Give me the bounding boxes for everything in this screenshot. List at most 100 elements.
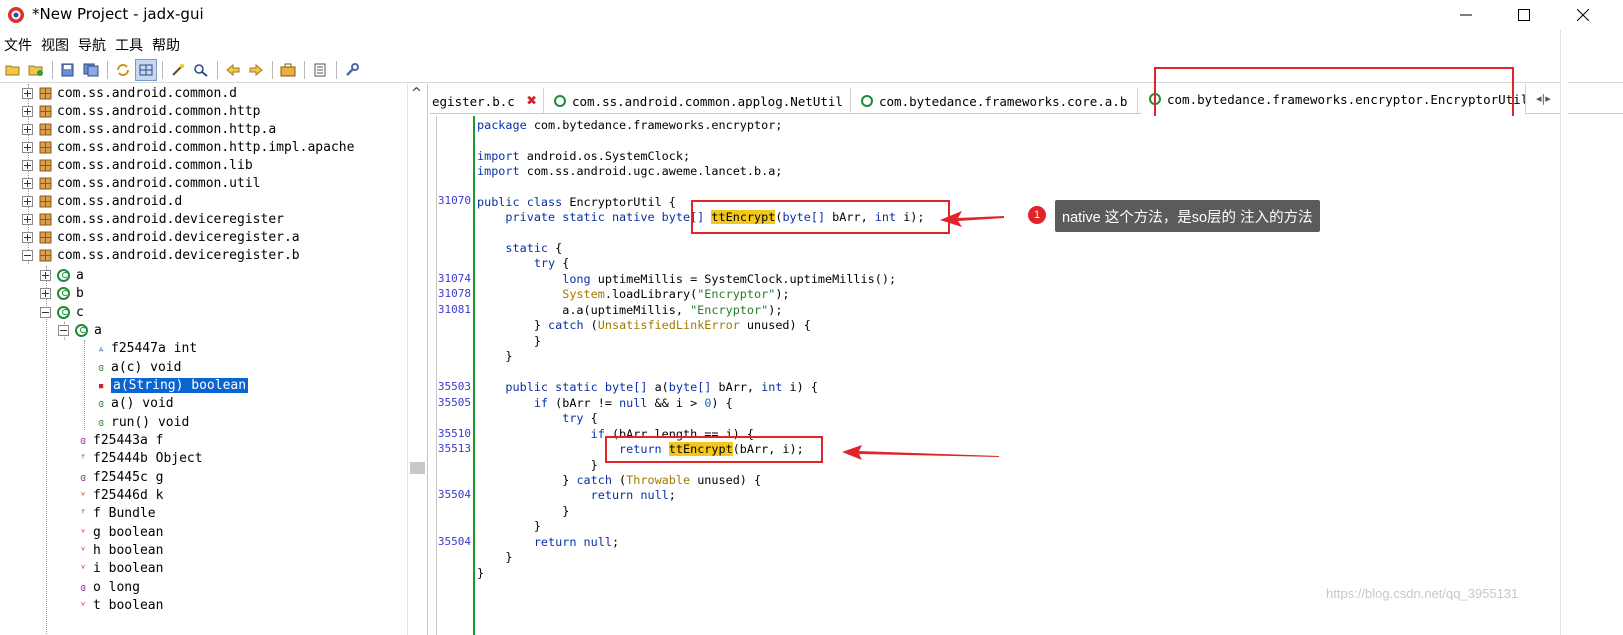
tab-close-icon[interactable]: ✖ (527, 91, 537, 111)
tree-package-row[interactable]: com.ss.android.common.util (22, 174, 261, 192)
tree-package-row[interactable]: com.ss.android.d (22, 192, 182, 210)
annotation-box-return (605, 436, 823, 463)
decompile-button[interactable] (167, 59, 189, 81)
expand-toggle[interactable] (22, 177, 33, 189)
class-ref: System (477, 287, 605, 301)
menu-view[interactable]: 视图 (37, 33, 73, 55)
tree-guide-line (46, 266, 47, 635)
tab-netutil[interactable]: com.ss.android.common.applog.NetUtil ✖ (546, 88, 851, 114)
code-text: .loadLibrary( (604, 287, 698, 301)
annotation-box-native (691, 200, 950, 234)
collapse-toggle[interactable] (58, 324, 69, 336)
minimize-button[interactable] (1443, 0, 1489, 30)
tree-package-row[interactable]: com.ss.android.common.http (22, 102, 261, 120)
code-text: a.a(uptimeMillis, (477, 303, 691, 317)
menu-file[interactable]: 文件 (0, 33, 36, 55)
code-line: try { (477, 411, 598, 427)
code-editor[interactable]: 31070 31074 31078 31081 35503 35505 3551… (436, 116, 1566, 635)
tree-method-row[interactable]: ɞ a() void (95, 394, 174, 412)
code-text: android.os.SystemClock; (519, 149, 691, 163)
expand-toggle[interactable] (40, 269, 51, 281)
method-icon: ɞ (97, 415, 105, 429)
expand-toggle[interactable] (22, 123, 33, 135)
tree-package-row[interactable]: com.ss.android.common.http.impl.apache (22, 138, 354, 156)
annotation-arrow (940, 211, 1004, 227)
scroll-thumb[interactable] (410, 462, 425, 474)
toolbar-separator (304, 61, 305, 79)
tree-field-row[interactable]: ɞ f25443a f (77, 431, 164, 449)
tree-field-row[interactable]: ᵛ f25446d k (77, 486, 164, 504)
forward-button[interactable] (245, 59, 267, 81)
tree-package-row[interactable]: com.ss.android.deviceregister.b (22, 246, 300, 264)
back-button[interactable] (222, 59, 244, 81)
field-icon: ɞ (79, 470, 87, 484)
tree-class-row[interactable]: a (58, 321, 102, 339)
tree-scrollbar[interactable]: ^ (407, 84, 427, 635)
tab-core-a-b[interactable]: com.bytedance.frameworks.core.a.b ✖ (853, 88, 1138, 114)
line-number: 31074 (437, 272, 471, 285)
tree-package-row[interactable]: com.ss.android.deviceregister (22, 210, 284, 228)
expand-toggle[interactable] (22, 231, 33, 243)
method-icon: ɞ (97, 396, 105, 410)
tree-field-row[interactable]: ᵛ t boolean (77, 596, 164, 614)
scroll-up-icon[interactable]: ^ (411, 86, 422, 101)
tree-field-row[interactable]: ᶠ f Bundle (77, 504, 156, 522)
add-files-button[interactable] (25, 59, 47, 81)
keyword: public class (477, 195, 563, 209)
close-window-button[interactable] (1560, 0, 1606, 30)
expand-toggle[interactable] (22, 87, 33, 99)
package-label: com.ss.android.deviceregister.b (57, 247, 300, 263)
keyword: try (477, 256, 556, 270)
tab-scroll-arrows[interactable]: ◂|▸ (1536, 92, 1551, 105)
type: int (761, 380, 783, 394)
keyword: if (477, 396, 549, 410)
toolbar-separator (336, 61, 337, 79)
tree-class-row[interactable]: c (40, 303, 84, 321)
preferences-button[interactable] (341, 59, 363, 81)
field-icon: ᵛ (79, 561, 87, 575)
tree-method-row[interactable]: ɞ a(c) void (95, 358, 182, 376)
collapse-toggle[interactable] (40, 306, 51, 318)
tree-class-row[interactable]: a (40, 266, 84, 284)
expand-toggle[interactable] (22, 159, 33, 171)
expand-toggle[interactable] (22, 141, 33, 153)
tree-field-row[interactable]: ᵛ i boolean (77, 559, 164, 577)
code-line: long uptimeMillis = SystemClock.uptimeMi… (477, 272, 896, 288)
keyword: null (619, 396, 648, 410)
flatten-packages-button[interactable] (135, 59, 157, 81)
tree-field-row[interactable]: ɞ f25445c g (77, 468, 164, 486)
class-label: b (76, 285, 84, 301)
open-file-button[interactable] (2, 59, 24, 81)
tree-field-row[interactable]: ▵ f25447a int (95, 339, 197, 357)
save-all-button[interactable] (80, 59, 102, 81)
tree-method-row[interactable]: ɞ run() void (95, 413, 190, 431)
tab-register-b-c[interactable]: egister.b.c ✖ (430, 88, 544, 114)
tree-package-row[interactable]: com.ss.android.common.lib (22, 156, 253, 174)
tree-field-row[interactable]: ɞ o long (77, 578, 140, 596)
menu-navigation[interactable]: 导航 (74, 33, 110, 55)
expand-toggle[interactable] (22, 213, 33, 225)
tree-package-row[interactable]: com.ss.android.deviceregister.a (22, 228, 300, 246)
log-viewer-button[interactable] (309, 59, 331, 81)
tree-package-row[interactable]: com.ss.android.common.http.a (22, 120, 276, 138)
tab-label: com.bytedance.frameworks.core.a.b (879, 93, 1128, 109)
line-number: 35504 (437, 488, 471, 501)
save-button[interactable] (57, 59, 79, 81)
tree-field-row[interactable]: ᶠ f25444b Object (77, 449, 203, 467)
tree-field-row[interactable]: ᵛ g boolean (77, 523, 164, 541)
expand-toggle[interactable] (22, 195, 33, 207)
search-button[interactable] (190, 59, 212, 81)
tree-class-row[interactable]: b (40, 284, 84, 302)
expand-toggle[interactable] (40, 287, 51, 299)
tree-package-row[interactable]: com.ss.android.common.d (22, 84, 237, 102)
collapse-toggle[interactable] (22, 249, 33, 261)
tree-field-row[interactable]: ᵛ h boolean (77, 541, 164, 559)
tree-method-row-selected[interactable]: ▪ a(String) boolean (95, 376, 249, 394)
maximize-button[interactable] (1501, 0, 1547, 30)
expand-toggle[interactable] (22, 105, 33, 117)
menu-tools[interactable]: 工具 (111, 33, 147, 55)
menu-help[interactable]: 帮助 (148, 33, 184, 55)
field-icon: ɞ (79, 580, 87, 594)
sync-button[interactable] (112, 59, 134, 81)
deobfuscation-button[interactable] (277, 59, 299, 81)
